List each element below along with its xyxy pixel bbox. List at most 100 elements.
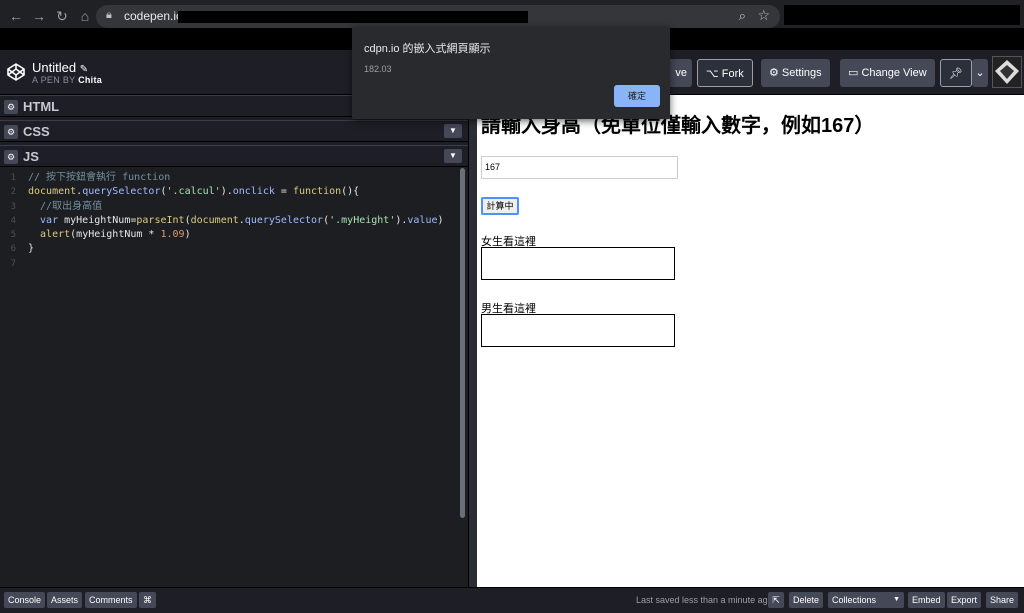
pin-icon: 📌︎ bbox=[949, 68, 963, 80]
fork-button[interactable]: ⌥ Fork bbox=[697, 59, 753, 87]
save-button-label: ve bbox=[675, 67, 687, 79]
line-number: 3 bbox=[10, 201, 16, 212]
pen-author-line: A PEN BY Chita bbox=[32, 75, 102, 85]
code-token: parseInt bbox=[136, 214, 185, 226]
pen-title-text: Untitled bbox=[32, 60, 77, 75]
reload-icon[interactable]: ↻ bbox=[54, 8, 70, 24]
settings-button[interactable]: ⚙ Settings bbox=[761, 59, 830, 87]
css-settings-gear-icon[interactable]: ⚙ bbox=[4, 125, 18, 139]
pen-title[interactable]: Untitled ✎ bbox=[32, 60, 88, 75]
height-input[interactable]: 167 bbox=[481, 156, 678, 179]
codepen-logo-icon[interactable] bbox=[6, 62, 26, 82]
collections-button[interactable]: Collections ▼ bbox=[828, 592, 904, 608]
js-panel-label: JS bbox=[23, 149, 39, 164]
chevron-down-icon: ⌄ bbox=[975, 67, 985, 79]
fork-button-label: Fork bbox=[721, 68, 744, 80]
code-token: } bbox=[28, 243, 35, 255]
pen-by-prefix: A PEN BY bbox=[32, 75, 76, 85]
code-token: (){ bbox=[341, 186, 360, 198]
back-icon[interactable]: ← bbox=[8, 8, 24, 24]
code-token: document bbox=[190, 214, 239, 226]
share-button[interactable]: Share bbox=[986, 592, 1019, 608]
pin-button[interactable]: 📌︎ bbox=[940, 59, 972, 87]
code-token: document bbox=[28, 186, 77, 198]
avatar-image-icon bbox=[995, 60, 1019, 84]
code-token: onclick bbox=[232, 186, 275, 198]
open-external-icon[interactable]: ⇱ bbox=[768, 592, 784, 608]
export-button[interactable]: Export bbox=[947, 592, 982, 608]
home-icon[interactable]: ⌂ bbox=[77, 8, 93, 24]
code-token: alert bbox=[28, 229, 71, 241]
html-panel-label: HTML bbox=[23, 99, 60, 114]
line-number: 7 bbox=[10, 258, 16, 269]
change-view-button[interactable]: ▭ Change View bbox=[840, 59, 935, 87]
calculate-button[interactable]: 計算中 bbox=[481, 197, 519, 215]
line-number: 2 bbox=[10, 187, 16, 198]
gear-icon: ⚙ bbox=[769, 67, 782, 79]
user-avatar[interactable] bbox=[992, 56, 1022, 88]
editor-scrollbar[interactable] bbox=[460, 168, 465, 518]
code-number: 1.09 bbox=[160, 229, 185, 241]
code-text[interactable]: // 按下按鈕會執行 function document.querySelecto… bbox=[28, 171, 444, 257]
keyboard-shortcuts-button[interactable]: ⌘ bbox=[139, 592, 156, 608]
code-token: = bbox=[274, 186, 293, 198]
dialog-ok-button[interactable]: 確定 bbox=[614, 85, 660, 107]
code-token: ) bbox=[184, 229, 191, 241]
redacted-url-part bbox=[178, 11, 528, 23]
js-panel-header[interactable]: ⚙ JS ▼ bbox=[0, 145, 468, 167]
collections-label: Collections bbox=[832, 595, 877, 605]
console-button[interactable]: Console bbox=[4, 592, 46, 608]
css-panel-chevron-down-icon[interactable]: ▼ bbox=[444, 124, 462, 138]
pin-dropdown-button[interactable]: ⌄ bbox=[972, 59, 988, 87]
last-saved-status: Last saved less than a minute ago bbox=[636, 595, 773, 605]
css-panel-header[interactable]: ⚙ CSS ▼ bbox=[0, 120, 468, 142]
comments-button[interactable]: Comments bbox=[85, 592, 137, 608]
code-token: (myHeightNum * bbox=[70, 229, 161, 241]
html-settings-gear-icon[interactable]: ⚙ bbox=[4, 100, 18, 114]
code-comment: // 按下按鈕會執行 function bbox=[28, 172, 171, 183]
code-string: '.myHeight' bbox=[329, 214, 396, 226]
code-token: ). bbox=[395, 214, 408, 226]
code-line-6: } bbox=[28, 242, 444, 256]
code-token: querySelector bbox=[82, 186, 161, 198]
code-string: '.calcul' bbox=[166, 186, 221, 198]
author-name[interactable]: Chita bbox=[78, 75, 102, 85]
code-line-2: document.querySelector('.calcul').onclic… bbox=[28, 185, 444, 199]
js-settings-gear-icon[interactable]: ⚙ bbox=[4, 150, 18, 164]
url-text: codepen.io/ bbox=[124, 9, 187, 23]
zoom-icon[interactable]: ⌕ bbox=[739, 8, 746, 24]
embed-button[interactable]: Embed bbox=[908, 592, 945, 608]
code-token: ) bbox=[437, 214, 444, 226]
dialog-title: cdpn.io 的嵌入式網頁顯示 bbox=[364, 43, 491, 55]
address-bar[interactable]: 🔒︎ codepen.io/ ⌕ ☆ bbox=[96, 5, 780, 28]
code-token: value bbox=[407, 214, 438, 226]
layout-icon: ▭ bbox=[848, 67, 862, 79]
line-number: 5 bbox=[10, 230, 16, 241]
delete-button[interactable]: Delete bbox=[789, 592, 824, 608]
code-keyword: function bbox=[292, 186, 342, 198]
code-token: myHeightNum bbox=[64, 214, 131, 226]
panel-resize-divider[interactable] bbox=[468, 95, 477, 587]
female-result-box bbox=[481, 247, 675, 280]
code-line-5: alert(myHeightNum * 1.09) bbox=[28, 228, 444, 242]
line-number-gutter: 1 2 3 4 5 6 7 bbox=[0, 171, 22, 271]
js-panel-chevron-down-icon[interactable]: ▼ bbox=[444, 149, 462, 163]
settings-button-label: Settings bbox=[781, 67, 822, 79]
chevron-down-icon: ▼ bbox=[893, 596, 900, 603]
code-line-4: var myHeightNum=parseInt(document.queryS… bbox=[28, 214, 444, 228]
change-view-button-label: Change View bbox=[861, 67, 927, 79]
edit-pencil-icon[interactable]: ✎ bbox=[80, 64, 88, 75]
line-number: 1 bbox=[10, 173, 16, 183]
forward-icon[interactable]: → bbox=[31, 8, 47, 24]
js-code-editor[interactable]: 1 2 3 4 5 6 7 // 按下按鈕會執行 function documen… bbox=[0, 168, 468, 586]
preview-pane: 請輸入身高（免單位僅輸入數字，例如167） 167 計算中 女生看這裡 男生看這… bbox=[477, 95, 1024, 587]
line-number: 4 bbox=[10, 215, 16, 226]
code-comment: //取出身高值 bbox=[28, 200, 103, 212]
bookmark-star-icon[interactable]: ☆ bbox=[757, 7, 770, 24]
code-line-3: //取出身高值 bbox=[28, 200, 444, 214]
alert-dialog: cdpn.io 的嵌入式網頁顯示 182.03 確定 bbox=[352, 27, 670, 119]
code-line-1: // 按下按鈕會執行 function bbox=[28, 171, 444, 185]
assets-button[interactable]: Assets bbox=[47, 592, 83, 608]
line-number: 6 bbox=[10, 244, 16, 255]
redacted-extensions bbox=[784, 5, 1020, 25]
